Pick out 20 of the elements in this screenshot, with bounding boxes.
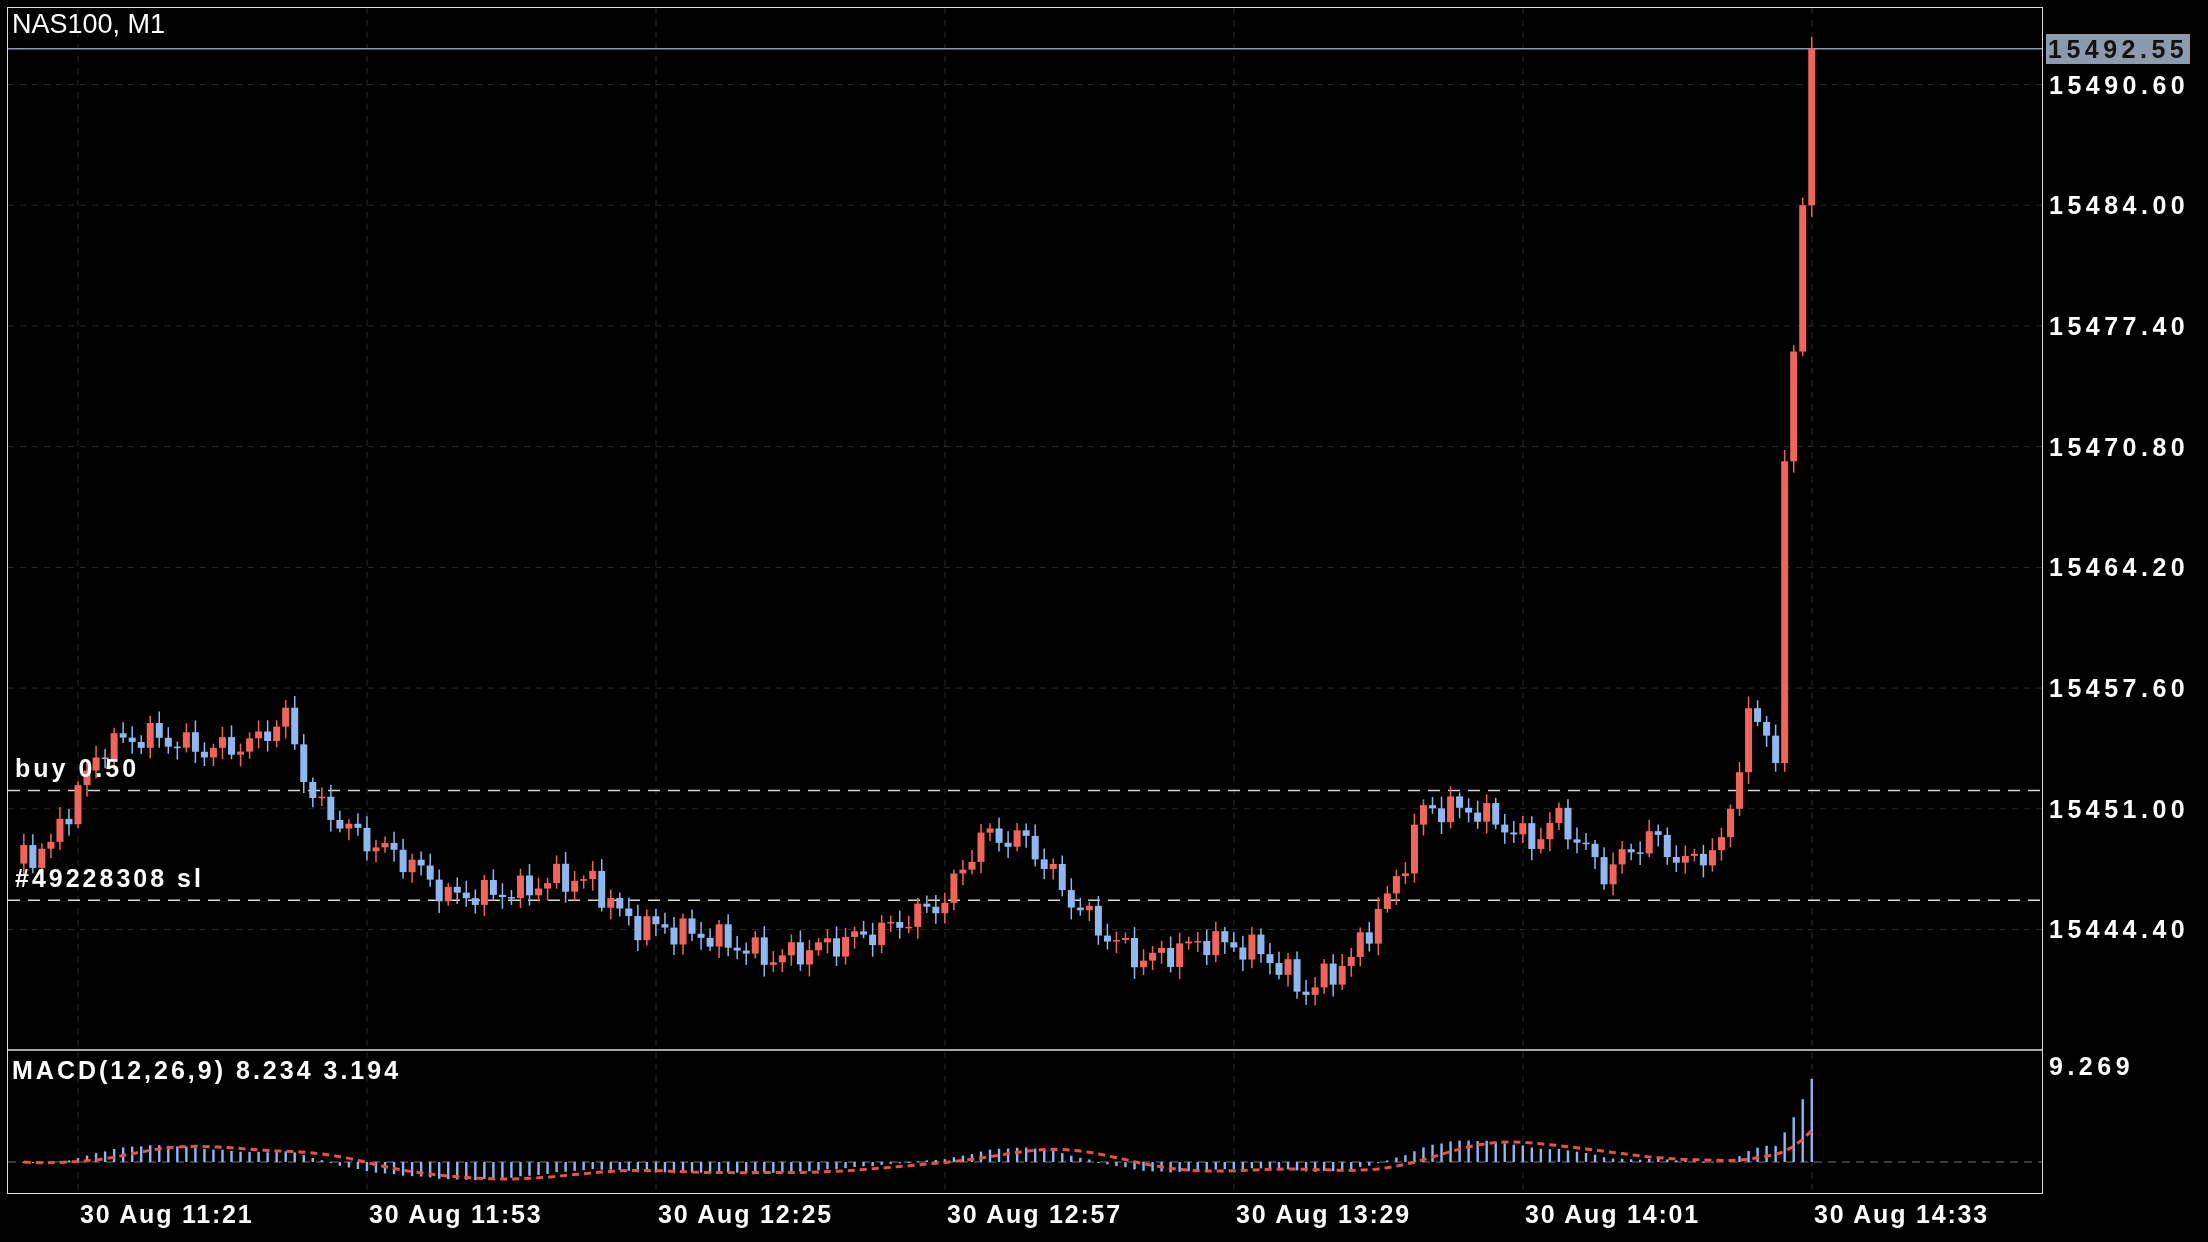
time-label: 30 Aug 11:53 bbox=[369, 1200, 543, 1229]
time-label: 30 Aug 13:29 bbox=[1236, 1200, 1411, 1229]
time-label: 30 Aug 12:57 bbox=[947, 1200, 1122, 1229]
indicator-label: MACD(12,26,9) 8.234 3.194 bbox=[12, 1056, 402, 1085]
price-label: 15470.80 bbox=[2049, 431, 2190, 462]
indicator-max-label: 9.269 bbox=[2049, 1051, 2135, 1081]
chart-title: NAS100, M1 bbox=[12, 8, 166, 40]
time-label: 30 Aug 14:01 bbox=[1525, 1200, 1700, 1229]
order-label: #49228308 sl bbox=[15, 864, 204, 894]
time-label: 30 Aug 11:21 bbox=[80, 1200, 254, 1229]
price-label: 15451.00 bbox=[2049, 793, 2190, 824]
price-label: 15464.20 bbox=[2049, 552, 2190, 583]
price-label: 15484.00 bbox=[2049, 190, 2190, 221]
price-label: 15444.40 bbox=[2049, 914, 2190, 945]
current-price-label: 15492.55 bbox=[2046, 33, 2191, 64]
time-label: 30 Aug 14:33 bbox=[1814, 1200, 1989, 1229]
price-label: 15490.60 bbox=[2049, 69, 2190, 100]
price-label: 15457.60 bbox=[2049, 673, 2190, 704]
price-label: 15477.40 bbox=[2049, 310, 2190, 341]
time-label: 30 Aug 12:25 bbox=[658, 1200, 833, 1229]
